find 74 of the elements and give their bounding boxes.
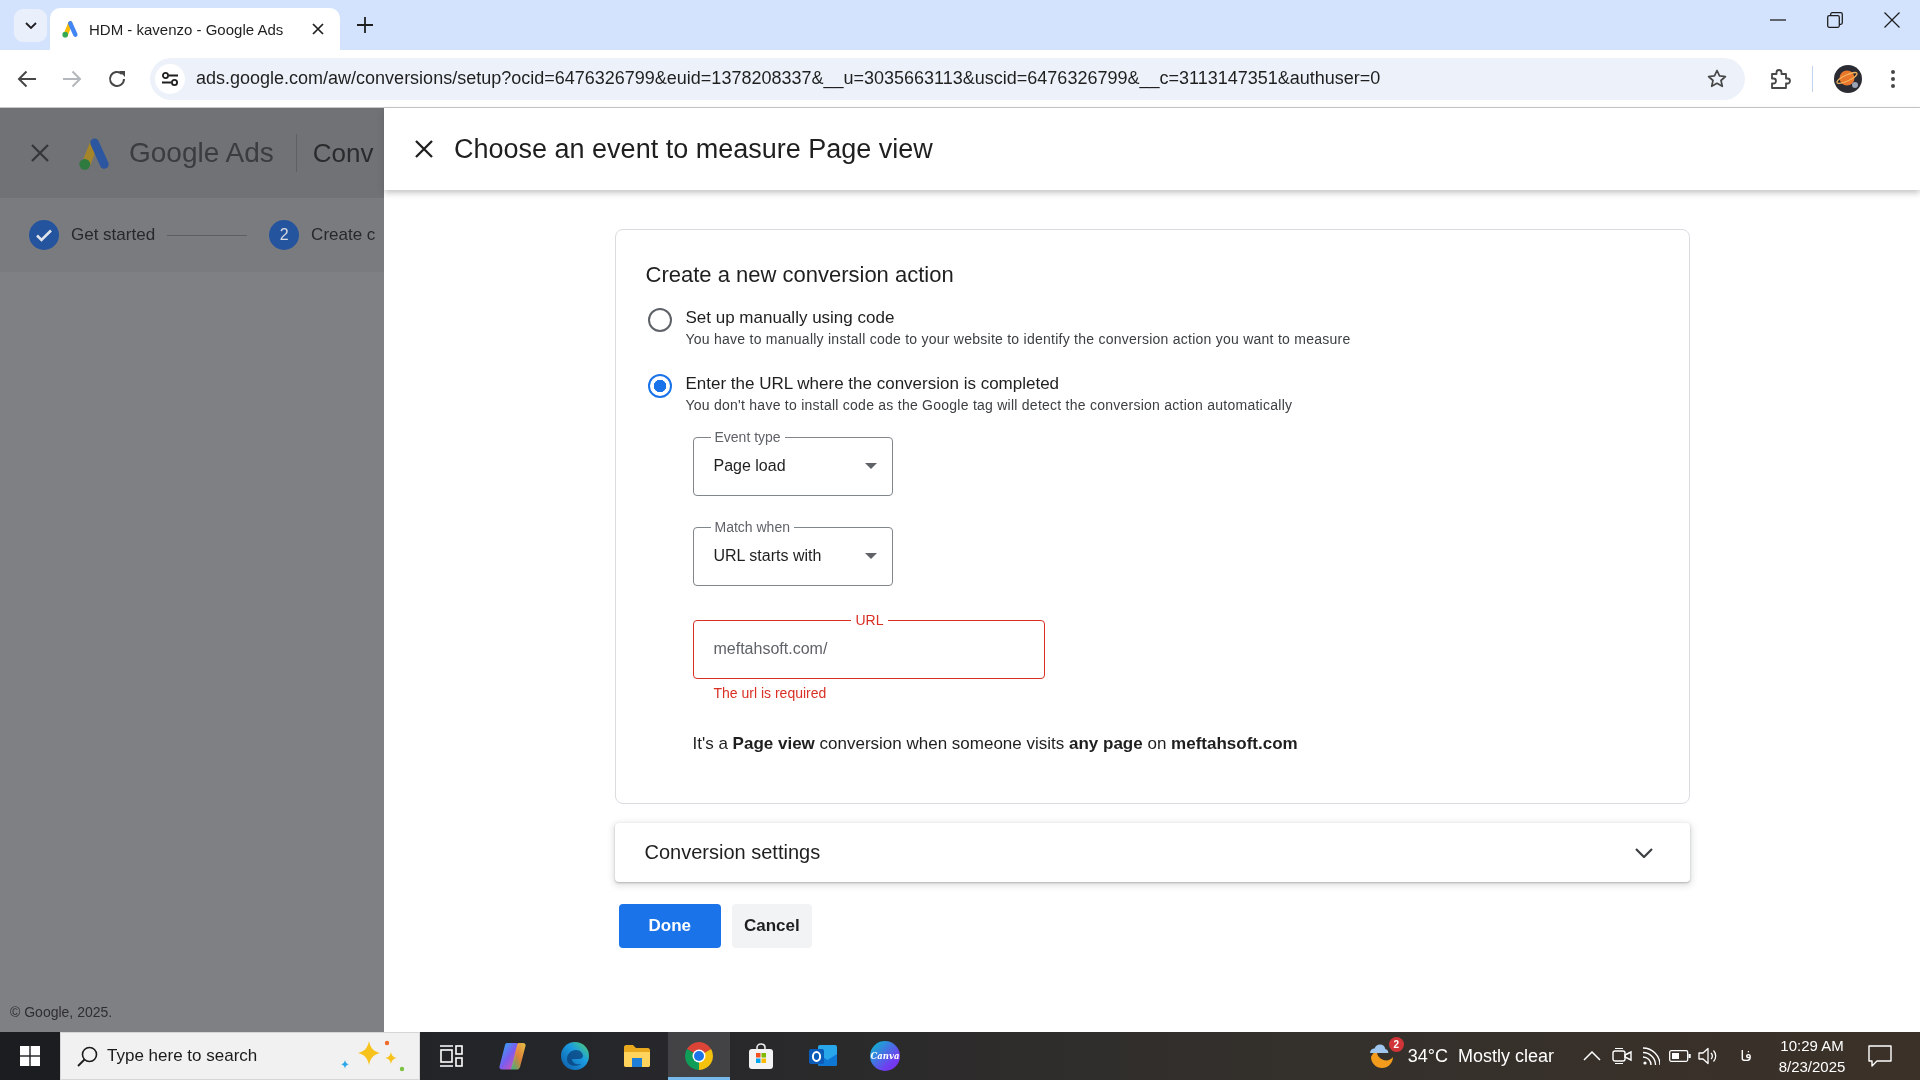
clock-date: 8/23/2025 xyxy=(1777,1057,1847,1077)
menu-icon[interactable] xyxy=(1891,69,1895,88)
dropdown-field[interactable]: Event type Page load xyxy=(692,429,893,496)
conversion-summary: It's a Page view conversion when someone visits any page on meftahsoft.com xyxy=(692,733,1299,755)
card-heading: Create a new conversion action xyxy=(645,261,955,289)
close-icon[interactable] xyxy=(312,23,324,35)
text-field[interactable]: URL meftahsoft.com/ xyxy=(692,612,1045,679)
folder-icon xyxy=(623,1044,651,1068)
shopping-bag-icon xyxy=(748,1043,774,1069)
taskbar-button[interactable]: Canva xyxy=(854,1032,916,1080)
minimize-icon[interactable] xyxy=(1769,19,1786,21)
ads-logo-icon xyxy=(60,20,80,38)
close-icon[interactable] xyxy=(1883,12,1900,28)
copyright-text: © Google, 2025. xyxy=(9,1004,114,1022)
window-panes-icon xyxy=(20,1046,40,1066)
option-label: Set up manually using code xyxy=(685,307,896,329)
field-label: Match when xyxy=(713,519,791,535)
search-input[interactable]: Type here to search xyxy=(107,1036,339,1076)
radio-button[interactable] xyxy=(647,374,672,398)
site-info-button[interactable] xyxy=(155,63,185,94)
browser-tab[interactable]: HDM - kavenzo - Google Ads xyxy=(50,8,340,50)
error-message: The url is required xyxy=(712,685,828,701)
step-label: Get started xyxy=(71,225,156,245)
arrow-left-icon[interactable] xyxy=(17,69,37,88)
canva-logo: Canva xyxy=(870,1041,900,1071)
mail-logo-icon xyxy=(809,1043,837,1069)
language-indicator[interactable]: فا xyxy=(1731,1047,1761,1065)
option-description: You don't have to install code as the Google tag will detect the conversion action automatically xyxy=(685,396,1293,415)
speaker-icon[interactable] xyxy=(1698,1047,1718,1065)
notification-icon[interactable] xyxy=(1868,1045,1892,1067)
plus-icon[interactable] xyxy=(357,17,373,33)
step-number: 2 xyxy=(269,220,300,250)
field-label: Event type xyxy=(713,429,782,445)
taskbar-button[interactable] xyxy=(668,1032,730,1080)
weather-condition: Mostly clear xyxy=(1457,1045,1554,1067)
reload-icon[interactable] xyxy=(107,68,127,89)
video-camera-icon[interactable] xyxy=(1612,1047,1632,1065)
search-icon xyxy=(77,1045,98,1067)
gradient-logo-icon xyxy=(498,1042,528,1070)
star-icon[interactable] xyxy=(1707,69,1727,88)
restore-icon[interactable] xyxy=(1826,12,1843,28)
tab-list-button[interactable] xyxy=(14,9,47,42)
sparkle-icon xyxy=(339,1039,405,1073)
wave-logo-icon xyxy=(561,1042,589,1070)
field-label: URL xyxy=(854,612,885,628)
wifi-icon[interactable] xyxy=(1642,1047,1660,1065)
chevron-up-icon[interactable] xyxy=(1583,1051,1601,1061)
chevron-down-icon xyxy=(24,22,37,29)
battery-icon[interactable] xyxy=(1669,1050,1691,1062)
dropdown-field[interactable]: Match when URL starts with xyxy=(692,519,893,586)
done-button[interactable]: Done xyxy=(618,904,721,948)
temperature-text: 34°C xyxy=(1407,1045,1448,1067)
close-icon[interactable] xyxy=(415,140,433,158)
text-input[interactable]: meftahsoft.com/ xyxy=(710,628,1029,670)
tricolor-circle-icon xyxy=(685,1042,713,1070)
caret-icon xyxy=(864,553,877,559)
cancel-button[interactable]: Cancel xyxy=(732,904,812,948)
tune-icon xyxy=(162,71,178,86)
notification-badge: 2 xyxy=(1388,1037,1404,1052)
caret-icon xyxy=(864,463,877,469)
section-title: Conversion settings xyxy=(644,841,822,864)
dialog-title: Choose an event to measure Page view xyxy=(454,133,933,165)
option-label: Enter the URL where the conversion is completed xyxy=(685,373,1061,395)
puzzle-icon[interactable] xyxy=(1770,67,1792,90)
radio-button[interactable] xyxy=(647,308,672,332)
clock-time: 10:29 AM xyxy=(1779,1036,1845,1056)
page-title: Conv xyxy=(312,137,374,169)
avatar-icon[interactable] xyxy=(1834,64,1862,93)
step-label: Create c xyxy=(311,225,376,245)
address-bar[interactable]: ads.google.com/aw/conversions/setup?ocid=6476326799&euid=1378208337&__u=3035663113&uscid=6476326799&__c=3113147351&authuser=0 xyxy=(150,57,1745,100)
search-box[interactable]: Type here to search xyxy=(60,1032,420,1080)
settings-panel[interactable]: Conversion settings xyxy=(614,823,1690,882)
task-view-icon xyxy=(439,1045,463,1067)
option-description: You have to manually install code to your website to identify the conversion action you want to measure xyxy=(685,330,1351,349)
